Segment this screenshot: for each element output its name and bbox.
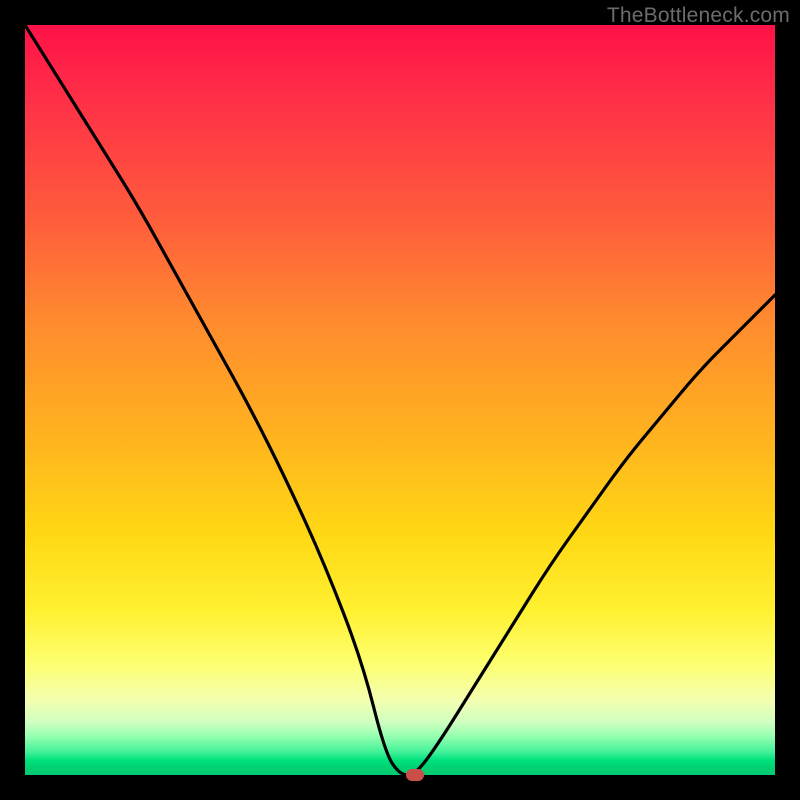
optimum-marker xyxy=(406,769,424,781)
plot-area xyxy=(25,25,775,775)
chart-frame: TheBottleneck.com xyxy=(0,0,800,800)
curve-path xyxy=(25,25,775,775)
watermark-text: TheBottleneck.com xyxy=(607,4,790,28)
bottleneck-curve xyxy=(25,25,775,775)
